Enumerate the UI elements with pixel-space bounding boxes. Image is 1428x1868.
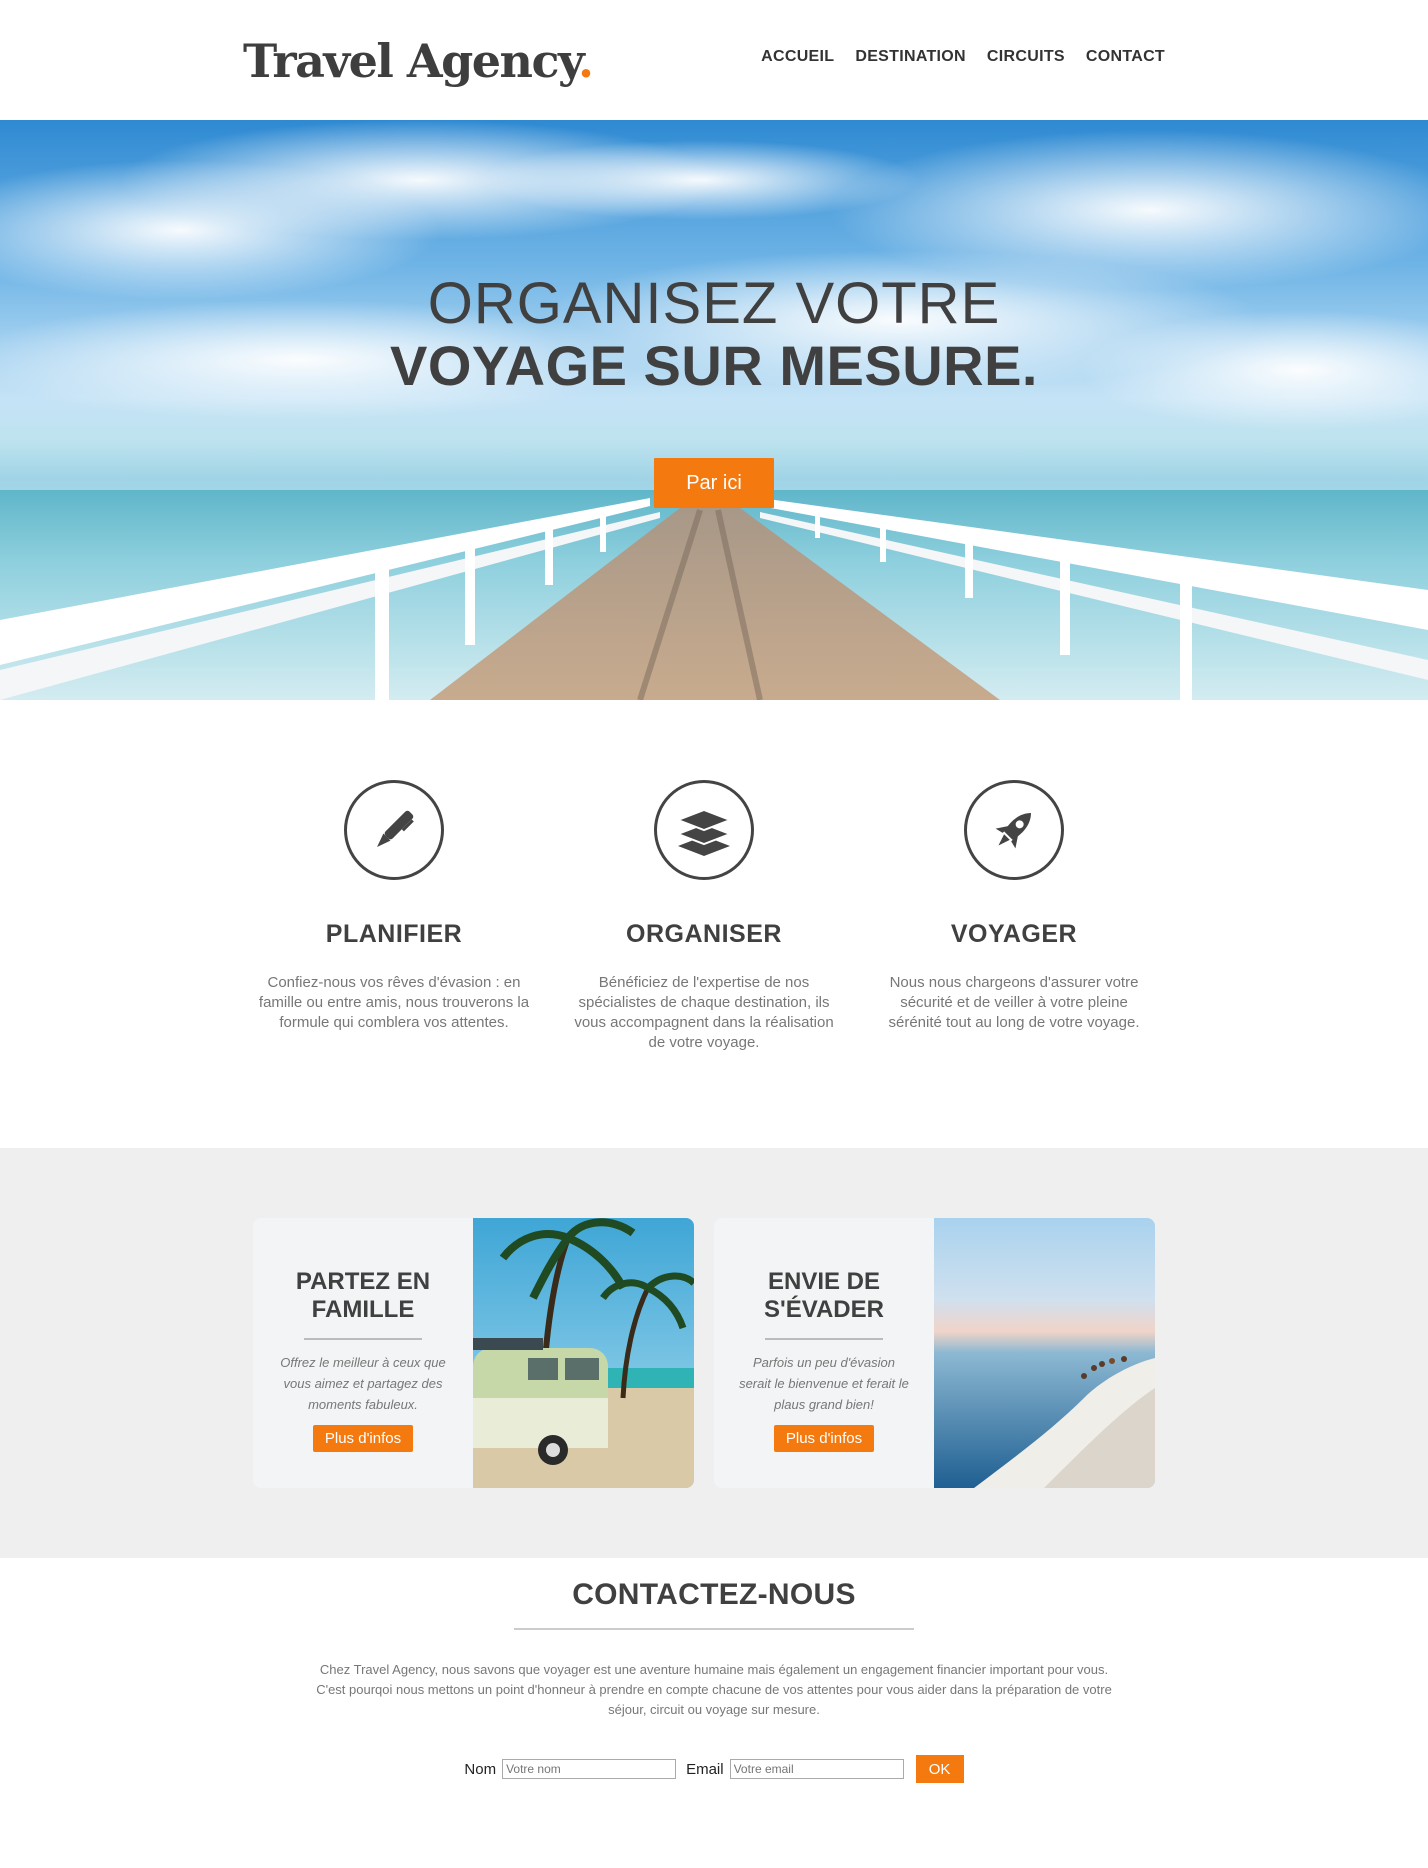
hero-title-line1: ORGANISEZ VOTRE [427, 271, 1001, 336]
features-section: PLANIFIER Confiez-nous vos rêves d'évasi… [0, 700, 1428, 1148]
cliff-sea-image [934, 1218, 1155, 1488]
nav-item-contact[interactable]: CONTACT [1086, 48, 1165, 66]
card-separator [304, 1338, 422, 1340]
nav-item-circuits[interactable]: CIRCUITS [987, 48, 1065, 66]
feature-text: Nous nous chargeons d'assurer votre sécu… [888, 974, 1140, 1031]
main-nav: ACCUEIL DESTINATION CIRCUITS CONTACT [740, 48, 1165, 66]
hero-title-line2: VOYAGE SUR MESURE. [390, 334, 1038, 397]
feature-title: PLANIFIER [325, 920, 463, 948]
name-label: Nom [464, 1760, 497, 1778]
plus-infos-button[interactable]: Plus d'infos [312, 1425, 414, 1452]
layers-icon [654, 780, 754, 880]
contact-separator [514, 1628, 914, 1630]
van-beach-image [473, 1218, 694, 1488]
feature-title: VOYAGER [950, 920, 1078, 948]
submit-button[interactable]: OK [915, 1755, 964, 1783]
feature-voyager: VOYAGER Nous nous chargeons d'assurer vo… [874, 780, 1154, 1033]
pen-icon [344, 780, 444, 880]
logo[interactable]: Travel Agency. [243, 34, 594, 88]
feature-title: ORGANISER [626, 920, 782, 948]
contact-form: Nom Email OK [0, 1755, 1428, 1783]
card-famille: PARTEZ EN FAMILLE Offrez le meilleur à ce… [253, 1218, 694, 1488]
card-title: PARTEZ EN FAMILLE [295, 1268, 431, 1323]
offers-section: PARTEZ EN FAMILLE Offrez le meilleur à ce… [0, 1148, 1428, 1558]
card-separator [765, 1338, 883, 1340]
feature-text: Confiez-nous vos rêves d'évasion : en fa… [258, 974, 530, 1031]
hero-pier-image [0, 120, 1428, 700]
feature-text: Bénéficiez de l'expertise de nos spécial… [574, 974, 834, 1051]
email-label: Email [686, 1760, 724, 1778]
card-text: Parfois un peu d'évasion serait le bienv… [739, 1355, 909, 1412]
feature-planifier: PLANIFIER Confiez-nous vos rêves d'évasi… [254, 780, 534, 1033]
card-text: Offrez le meilleur à ceux que vous aimez… [280, 1355, 446, 1412]
card-content: PARTEZ EN FAMILLE Offrez le meilleur à ce… [253, 1218, 473, 1488]
rocket-icon [964, 780, 1064, 880]
logo-text: Travel Agency [243, 34, 579, 88]
contact-title: CONTACTEZ-NOUS [572, 1578, 856, 1611]
name-input[interactable] [502, 1759, 677, 1779]
contact-section: CONTACTEZ-NOUS Chez Travel Agency, nous … [0, 1558, 1428, 1868]
email-input[interactable] [729, 1759, 904, 1779]
feature-organiser: ORGANISER Bénéficiez de l'expertise de n… [564, 780, 844, 1053]
nav-item-accueil[interactable]: ACCUEIL [761, 48, 834, 66]
plus-infos-button[interactable]: Plus d'infos [773, 1425, 875, 1452]
site-header: Travel Agency. ACCUEIL DESTINATION CIRCU… [0, 0, 1428, 120]
card-content: ENVIE DE S'ÉVADER Parfois un peu d'évasio… [714, 1218, 934, 1488]
logo-dot: . [577, 34, 594, 88]
contact-text: Chez Travel Agency, nous savons que voya… [316, 1662, 1112, 1717]
card-evader: ENVIE DE S'ÉVADER Parfois un peu d'évasio… [714, 1218, 1155, 1488]
nav-item-destination[interactable]: DESTINATION [855, 48, 966, 66]
par-ici-button[interactable]: Par ici [654, 458, 774, 508]
hero-banner: ORGANISEZ VOTRE VOYAGE SUR MESURE. Par i… [0, 120, 1428, 700]
card-title: ENVIE DE S'ÉVADER [764, 1268, 884, 1323]
